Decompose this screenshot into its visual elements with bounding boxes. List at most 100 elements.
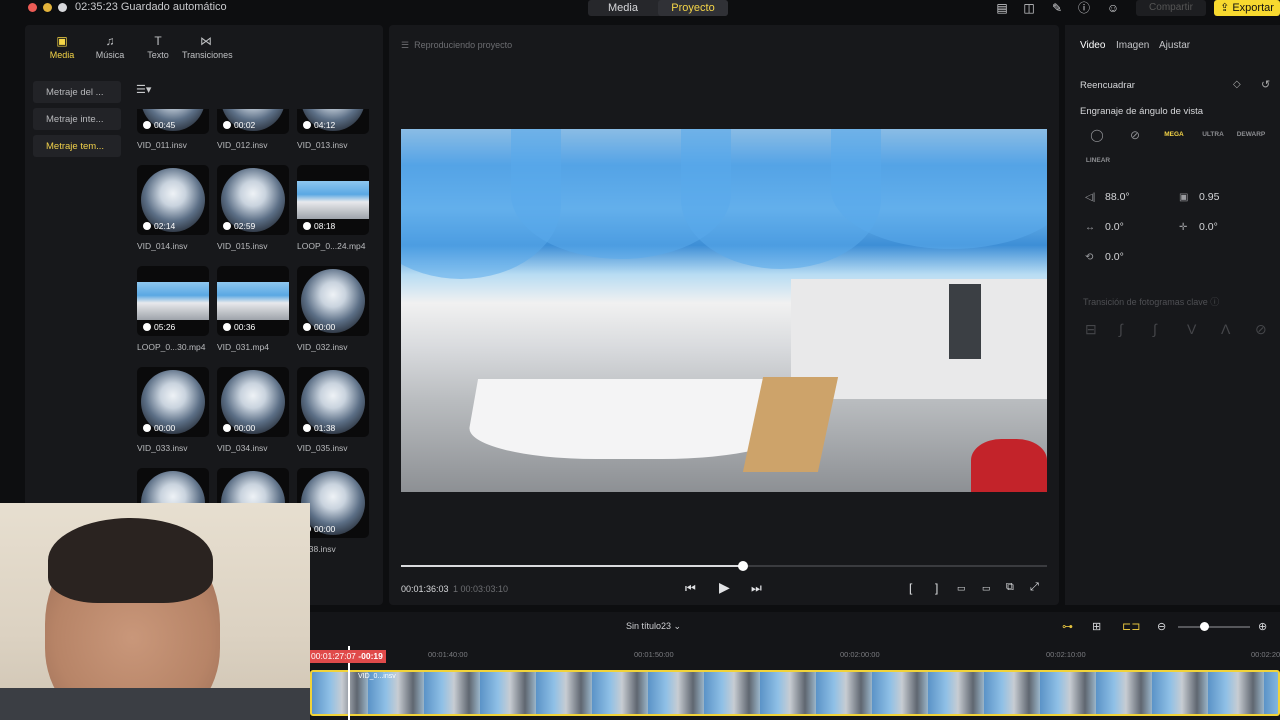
media-thumbnail[interactable]: 04:12 — [297, 109, 369, 134]
media-thumbnail[interactable]: 00:00 — [137, 367, 209, 437]
media-tile[interactable]: 00:00 VID_033.insv — [137, 367, 209, 453]
lens-mega[interactable]: MEGA — [1159, 126, 1189, 144]
tab-project-mode[interactable]: Proyecto — [658, 0, 728, 16]
scrubber-handle[interactable] — [738, 561, 749, 571]
maximize-window-button[interactable] — [58, 3, 67, 12]
media-tile[interactable]: 05:26 LOOP_0...30.mp4 — [137, 266, 209, 352]
lens-linear[interactable]: LINEAR — [1083, 152, 1113, 170]
media-tile[interactable]: 02:14 VID_014.insv — [137, 165, 209, 251]
keyframe-diamond-icon[interactable]: ◇ — [1233, 79, 1241, 90]
tab-music[interactable]: ♫ Música — [86, 25, 134, 69]
layout-icon[interactable]: ◫ — [1022, 1, 1036, 15]
playback-scrubber[interactable] — [401, 561, 1047, 571]
share-button[interactable]: Compartir — [1136, 0, 1206, 16]
media-thumbnail[interactable]: 00:00 — [217, 367, 289, 437]
zoom-slider[interactable] — [1178, 622, 1250, 631]
video-clip[interactable] — [310, 670, 1280, 716]
duration-badge: 00:45 — [143, 120, 175, 130]
ease-out-icon[interactable]: ∫ — [1153, 321, 1157, 337]
previous-frame-icon[interactable]: ⏮ — [685, 581, 696, 596]
zoom-in-icon[interactable]: ⊕ — [1258, 620, 1267, 633]
media-tile[interactable]: 01:38 VID_035.insv — [297, 367, 369, 453]
fov-param[interactable]: ◁| 88.0° — [1085, 191, 1130, 203]
linear-curve-icon[interactable]: ⊟ — [1085, 321, 1097, 338]
duration-badge: 02:59 — [223, 221, 255, 231]
mark-in-icon[interactable]: [ — [909, 581, 912, 595]
mark-out-icon[interactable]: ] — [935, 581, 938, 595]
folder-item[interactable]: Metraje inte... — [33, 108, 121, 130]
account-icon[interactable]: ☺ — [1106, 1, 1120, 15]
menu-icon[interactable]: ☰ — [401, 40, 412, 50]
pan-param[interactable]: ↔ 0.0° — [1085, 221, 1124, 233]
duration-badge: 04:12 — [303, 120, 335, 130]
media-thumbnail[interactable]: 00:45 — [137, 109, 209, 134]
quality-icon[interactable]: ▭ — [982, 583, 991, 594]
close-window-button[interactable] — [28, 3, 37, 12]
fullscreen-icon[interactable]: ⤢ — [1030, 581, 1039, 594]
panorama-preview — [297, 181, 369, 219]
folder-item[interactable]: Metraje tem... — [33, 135, 121, 157]
media-thumbnail[interactable]: 05:26 — [137, 266, 209, 336]
info-icon[interactable]: ⓘ — [1077, 1, 1091, 15]
media-thumbnail[interactable]: 00:02 — [217, 109, 289, 134]
help-icon[interactable]: ⓘ — [1210, 297, 1219, 307]
tab-transitions[interactable]: ⋈ Transiciones — [182, 25, 233, 69]
aspect-ratio-icon[interactable]: ▭ — [957, 583, 966, 594]
media-thumbnail[interactable]: 01:38 — [297, 367, 369, 437]
media-thumbnail[interactable]: 00:00 — [297, 266, 369, 336]
folder-item[interactable]: Metraje del ... — [33, 81, 121, 103]
zoom-handle[interactable] — [1200, 622, 1209, 631]
media-tile[interactable]: 00:45 VID_011.insv — [137, 109, 209, 150]
reset-icon[interactable]: ↺ — [1261, 78, 1270, 91]
media-tile[interactable]: 00:36 VID_031.mp4 — [217, 266, 289, 352]
video-preview[interactable] — [401, 129, 1047, 492]
tilt-param[interactable]: ✛ 0.0° — [1179, 221, 1218, 233]
sort-icon[interactable]: ☰▾ — [136, 83, 151, 96]
lens-ultra[interactable]: ULTRA — [1198, 126, 1228, 144]
tab-media[interactable]: ▣ Media — [38, 25, 86, 69]
ruler-label: 00:02:10:00 — [1046, 650, 1086, 659]
play-icon[interactable]: ▶ — [719, 579, 730, 596]
transition-icon: ⋈ — [200, 34, 212, 48]
split-icon[interactable]: ⊏⊐ — [1122, 620, 1140, 633]
media-thumbnail[interactable]: 08:18 — [297, 165, 369, 235]
next-frame-icon[interactable]: ⏭ — [751, 581, 762, 596]
media-filename: VID_032.insv — [297, 342, 348, 352]
media-thumbnail[interactable]: 02:59 — [217, 165, 289, 235]
tab-image[interactable]: Imagen — [1116, 40, 1149, 51]
distance-param[interactable]: ▣ 0.95 — [1179, 191, 1219, 203]
edit-icon[interactable]: ✎ — [1050, 1, 1064, 15]
media-tile[interactable]: 08:18 LOOP_0...24.mp4 — [297, 165, 369, 251]
free-angle-icon[interactable]: ⊘ — [1120, 126, 1150, 144]
sequence-name[interactable]: Sin título23 ⌄ — [626, 621, 681, 632]
media-tile[interactable]: 00:02 VID_012.insv — [217, 109, 289, 150]
media-thumbnail[interactable]: 00:36 — [217, 266, 289, 336]
minimize-window-button[interactable] — [43, 3, 52, 12]
zoom-out-icon[interactable]: ⊖ — [1157, 620, 1166, 633]
tab-adjust[interactable]: Ajustar — [1159, 40, 1190, 51]
media-tile[interactable]: 04:12 VID_013.insv — [297, 109, 369, 150]
presenter-shirt — [0, 688, 310, 720]
media-tile[interactable]: 00:00 VID_032.insv — [297, 266, 369, 352]
export-button[interactable]: ⇪ Exportar — [1214, 0, 1280, 16]
properties-panel: Video Imagen Ajustar Reencuadrar ◇ ↺ Eng… — [1065, 25, 1280, 605]
panorama-preview — [137, 282, 209, 320]
no-curve-icon[interactable]: ⊘ — [1255, 321, 1267, 338]
lens-dewarp[interactable]: DEWARP — [1236, 126, 1266, 144]
subtitle-icon[interactable]: ▤ — [995, 1, 1009, 15]
roll-param[interactable]: ⟲ 0.0° — [1085, 251, 1124, 263]
roll-icon: ⟲ — [1085, 252, 1094, 263]
media-tile[interactable]: 00:00 VID_034.insv — [217, 367, 289, 453]
tab-media-mode[interactable]: Media — [588, 0, 658, 16]
tab-text[interactable]: T Texto — [134, 25, 182, 69]
tab-video[interactable]: Video — [1080, 40, 1105, 51]
media-tile[interactable]: 02:59 VID_015.insv — [217, 165, 289, 251]
fisheye-icon[interactable]: ◯ — [1082, 126, 1112, 144]
link-icon[interactable]: ⊶ — [1062, 620, 1073, 633]
snap-icon[interactable]: ⊞ — [1092, 620, 1101, 633]
ease-in-icon[interactable]: ∫ — [1119, 321, 1123, 337]
snapshot-icon[interactable]: ⧉ — [1006, 581, 1014, 594]
media-thumbnail[interactable]: 02:14 — [137, 165, 209, 235]
ease-peak-icon[interactable]: Λ — [1221, 321, 1230, 337]
ease-in-out-icon[interactable]: V — [1187, 321, 1196, 337]
